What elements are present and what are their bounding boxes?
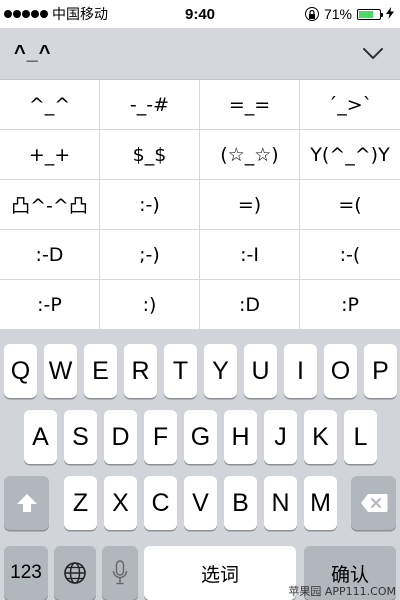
globe-icon xyxy=(64,562,86,584)
emoticon-cell[interactable]: -_-# xyxy=(100,80,200,130)
emoticon-cell[interactable]: :-I xyxy=(200,230,300,280)
key-u[interactable]: U xyxy=(244,344,277,398)
chevron-down-icon[interactable] xyxy=(362,47,384,61)
delete-key[interactable] xyxy=(351,476,396,530)
emoticon-grid: ^_^ -_-# =_= ´_>` +_+ $_$ (☆_☆) Y(^_^)Y … xyxy=(0,80,400,330)
key-o[interactable]: O xyxy=(324,344,357,398)
key-q[interactable]: Q xyxy=(4,344,37,398)
shift-arrow-icon xyxy=(16,494,37,512)
key-e[interactable]: E xyxy=(84,344,117,398)
emoticon-cell[interactable]: ;-) xyxy=(100,230,200,280)
shift-key[interactable] xyxy=(4,476,49,530)
microphone-key[interactable] xyxy=(102,546,138,600)
key-j[interactable]: J xyxy=(264,410,297,464)
key-c[interactable]: C xyxy=(144,476,177,530)
key-v[interactable]: V xyxy=(184,476,217,530)
space-key[interactable]: 选词 xyxy=(144,546,296,600)
charging-bolt-icon xyxy=(386,6,394,22)
key-g[interactable]: G xyxy=(184,410,217,464)
key-n[interactable]: N xyxy=(264,476,297,530)
key-a[interactable]: A xyxy=(24,410,57,464)
battery-percent: 71% xyxy=(323,6,352,22)
globe-key[interactable] xyxy=(54,546,96,600)
status-bar: 中国移动 9:40 71% xyxy=(0,0,400,28)
emoticon-cell[interactable]: =) xyxy=(200,180,300,230)
key-w[interactable]: W xyxy=(44,344,77,398)
emoticon-cell[interactable]: 凸^-^凸 xyxy=(0,180,100,230)
battery-icon xyxy=(357,8,383,20)
key-f[interactable]: F xyxy=(144,410,177,464)
microphone-icon xyxy=(112,560,128,585)
keyboard-row-1: Q W E R T Y U I O P xyxy=(0,344,400,398)
emoticon-cell[interactable]: ´_>` xyxy=(300,80,400,130)
emoticon-cell[interactable]: :P xyxy=(300,280,400,330)
emoticon-cell[interactable]: :-) xyxy=(100,180,200,230)
delete-backspace-icon xyxy=(360,494,387,512)
key-p[interactable]: P xyxy=(364,344,397,398)
key-d[interactable]: D xyxy=(104,410,137,464)
keyboard-row-2: A S D F G H J K L xyxy=(0,410,400,464)
key-r[interactable]: R xyxy=(124,344,157,398)
emoticon-cell[interactable]: (☆_☆) xyxy=(200,130,300,180)
key-i[interactable]: I xyxy=(284,344,317,398)
signal-strength-icon xyxy=(4,10,48,18)
carrier-name: 中国移动 xyxy=(52,7,108,23)
emoticon-header: ^_^ xyxy=(0,28,400,80)
keyboard-row-3: Z X C V B N M xyxy=(0,476,400,530)
emoticon-category-label[interactable]: ^_^ xyxy=(14,42,51,65)
emoticon-cell[interactable]: $_$ xyxy=(100,130,200,180)
emoticon-cell[interactable]: :-P xyxy=(0,280,100,330)
key-b[interactable]: B xyxy=(224,476,257,530)
key-y[interactable]: Y xyxy=(204,344,237,398)
emoticon-cell[interactable]: ^_^ xyxy=(0,80,100,130)
emoticon-cell[interactable]: =( xyxy=(300,180,400,230)
emoticon-cell[interactable]: :D xyxy=(200,280,300,330)
emoticon-cell[interactable]: Y(^_^)Y xyxy=(300,130,400,180)
watermark: 苹果园 APP111.COM xyxy=(288,585,396,598)
key-k[interactable]: K xyxy=(304,410,337,464)
key-z[interactable]: Z xyxy=(64,476,97,530)
key-s[interactable]: S xyxy=(64,410,97,464)
numbers-key[interactable]: 123 xyxy=(4,546,48,600)
key-h[interactable]: H xyxy=(224,410,257,464)
key-m[interactable]: M xyxy=(304,476,337,530)
key-x[interactable]: X xyxy=(104,476,137,530)
orientation-lock-icon xyxy=(304,7,319,21)
key-t[interactable]: T xyxy=(164,344,197,398)
status-right: 71% xyxy=(304,6,394,22)
status-left: 中国移动 xyxy=(4,4,108,24)
keyboard: Q W E R T Y U I O P A S D F G H J K L Z … xyxy=(0,330,400,600)
emoticon-cell[interactable]: =_= xyxy=(200,80,300,130)
battery-level-fill xyxy=(359,10,374,18)
emoticon-cell[interactable]: :-( xyxy=(300,230,400,280)
key-l[interactable]: L xyxy=(344,410,377,464)
emoticon-cell[interactable]: +_+ xyxy=(0,130,100,180)
emoticon-cell[interactable]: :-D xyxy=(0,230,100,280)
emoticon-cell[interactable]: :) xyxy=(100,280,200,330)
